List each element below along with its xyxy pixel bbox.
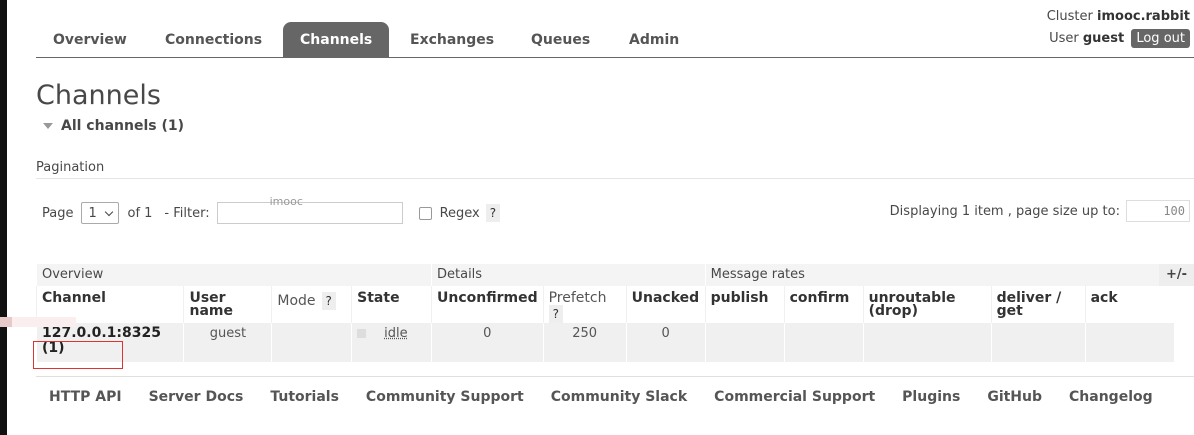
page-size-input[interactable]: 100 <box>1126 200 1190 222</box>
cell-publish <box>704 323 785 362</box>
col-mode-label: Mode <box>277 293 316 309</box>
cell-user-name: guest <box>183 323 272 362</box>
triangle-down-icon <box>43 123 53 129</box>
page-title: Channels <box>36 80 161 111</box>
pagination-label: Pagination <box>36 160 105 175</box>
tab-exchanges[interactable]: Exchanges <box>393 22 511 57</box>
main-nav-tabs: Overview Connections Channels Exchanges … <box>36 22 1194 58</box>
cell-state: idle <box>351 323 432 362</box>
table-row[interactable]: 127.0.0.1:8325 (1) guest idle 0 250 0 <box>35 323 1174 362</box>
filter-label: - Filter: <box>164 205 210 221</box>
table-column-header: Channel User name Mode? State Unconfirme… <box>35 286 1174 323</box>
group-overview: Overview <box>36 264 432 286</box>
footer-link-plugins[interactable]: Plugins <box>902 389 960 405</box>
page-label: Page <box>42 205 74 221</box>
cell-unacked: 0 <box>625 323 706 362</box>
col-prefetch-label: Prefetch <box>548 290 607 306</box>
col-mode[interactable]: Mode? <box>271 286 352 323</box>
regex-checkbox[interactable] <box>418 206 432 220</box>
columns-toggle-button[interactable]: +/- <box>1159 264 1194 286</box>
cell-ack <box>1084 323 1174 362</box>
mouse-cursor-icon <box>426 58 433 70</box>
cell-prefetch: 250 <box>542 323 627 362</box>
footer-link-commercial-support[interactable]: Commercial Support <box>714 389 875 405</box>
col-prefetch[interactable]: Prefetch? <box>542 286 627 323</box>
col-state[interactable]: State <box>351 286 432 323</box>
footer-link-community-slack[interactable]: Community Slack <box>551 389 687 405</box>
state-value: idle <box>384 326 408 341</box>
col-unconfirmed[interactable]: Unconfirmed <box>431 286 544 323</box>
pagination-divider <box>36 178 1194 179</box>
annotation-mark-fade <box>12 317 76 327</box>
col-confirm[interactable]: confirm <box>783 286 864 323</box>
page-select[interactable]: 1 <box>81 202 120 224</box>
tab-queues[interactable]: Queues <box>514 22 607 57</box>
all-channels-toggle[interactable]: All channels (1) <box>43 118 184 134</box>
pagination-controls: Page 1 of 1 - Filter: imooc Regex ? <box>42 195 501 226</box>
state-indicator-icon <box>357 329 367 338</box>
regex-help-button[interactable]: ? <box>485 204 501 222</box>
col-deliver-get[interactable]: deliver / get <box>990 286 1086 323</box>
footer-links: HTTP API Server Docs Tutorials Community… <box>36 376 1194 417</box>
filter-input[interactable]: imooc <box>216 195 403 224</box>
footer-link-github[interactable]: GitHub <box>987 389 1042 405</box>
cell-confirm <box>783 323 864 362</box>
display-info: Displaying 1 item , page size up to: 100 <box>890 200 1190 222</box>
filter-value: imooc <box>269 195 303 208</box>
footer-link-community-support[interactable]: Community Support <box>366 389 524 405</box>
footer-link-tutorials[interactable]: Tutorials <box>270 389 339 405</box>
tab-admin[interactable]: Admin <box>612 22 696 57</box>
footer-link-http-api[interactable]: HTTP API <box>49 389 122 405</box>
cell-mode <box>271 323 352 362</box>
col-publish[interactable]: publish <box>704 286 785 323</box>
all-channels-label: All channels (1) <box>61 118 184 134</box>
prefetch-help-button[interactable]: ? <box>548 305 563 323</box>
col-unroutable[interactable]: unroutable (drop) <box>862 286 992 323</box>
tab-channels[interactable]: Channels <box>283 22 390 57</box>
window-left-edge <box>0 0 7 435</box>
regex-label: Regex <box>439 205 480 221</box>
footer-link-changelog[interactable]: Changelog <box>1069 389 1153 405</box>
channels-table: Overview Details Message rates Channel U… <box>35 264 1174 362</box>
col-unacked[interactable]: Unacked <box>625 286 706 323</box>
cell-deliver-get <box>990 323 1086 362</box>
group-details: Details <box>431 264 706 286</box>
annotation-mark <box>0 317 12 327</box>
table-group-header: Overview Details Message rates <box>36 264 1174 286</box>
tab-connections[interactable]: Connections <box>148 22 279 57</box>
page-count: of 1 <box>127 205 153 221</box>
col-user-name[interactable]: User name <box>183 286 272 323</box>
col-ack[interactable]: ack <box>1084 286 1174 323</box>
annotation-highlight-box <box>33 341 123 369</box>
cell-unconfirmed: 0 <box>431 323 544 362</box>
mode-help-button[interactable]: ? <box>321 292 336 310</box>
display-text: Displaying 1 item , page size up to: <box>889 203 1120 219</box>
cell-unroutable <box>862 323 992 362</box>
footer-link-server-docs[interactable]: Server Docs <box>149 389 244 405</box>
group-message-rates: Message rates <box>704 264 1174 286</box>
tab-overview[interactable]: Overview <box>36 22 144 57</box>
